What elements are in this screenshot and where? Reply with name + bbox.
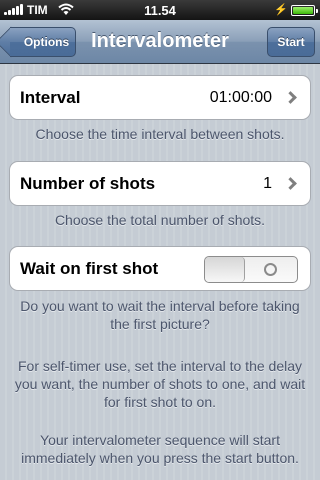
interval-value: 01:00:00 bbox=[209, 89, 272, 106]
interval-row[interactable]: Interval 01:00:00 bbox=[9, 75, 311, 120]
wait-first-shot-row: Wait on first shot bbox=[9, 246, 311, 291]
chevron-right-icon bbox=[284, 177, 297, 190]
interval-label: Interval bbox=[20, 88, 81, 107]
start-info-note: Your intervalometer sequence will start … bbox=[21, 432, 299, 466]
wait-footer: Do you want to wait the interval before … bbox=[20, 298, 300, 332]
off-circle-icon bbox=[264, 263, 277, 276]
shots-value: 1 bbox=[263, 175, 272, 192]
wait-first-shot-toggle[interactable] bbox=[204, 256, 298, 283]
shots-label: Number of shots bbox=[20, 174, 156, 193]
charging-icon: ⚡ bbox=[274, 4, 288, 16]
interval-footer: Choose the time interval between shots. bbox=[35, 126, 285, 142]
self-timer-note: For self-timer use, set the interval to … bbox=[14, 358, 306, 410]
chevron-right-icon bbox=[284, 91, 297, 104]
number-of-shots-row[interactable]: Number of shots 1 bbox=[9, 161, 311, 206]
start-button[interactable]: Start bbox=[267, 27, 315, 57]
status-bar: TIM 11.54 ⚡ bbox=[0, 0, 320, 20]
wait-label: Wait on first shot bbox=[20, 259, 159, 278]
options-back-button[interactable]: Options bbox=[10, 27, 76, 57]
shots-footer: Choose the total number of shots. bbox=[54, 212, 266, 228]
status-time: 11.54 bbox=[144, 3, 176, 18]
toggle-knob[interactable] bbox=[205, 257, 245, 282]
battery-icon bbox=[291, 5, 318, 16]
navigation-bar: Options Intervalometer Start bbox=[0, 20, 320, 64]
